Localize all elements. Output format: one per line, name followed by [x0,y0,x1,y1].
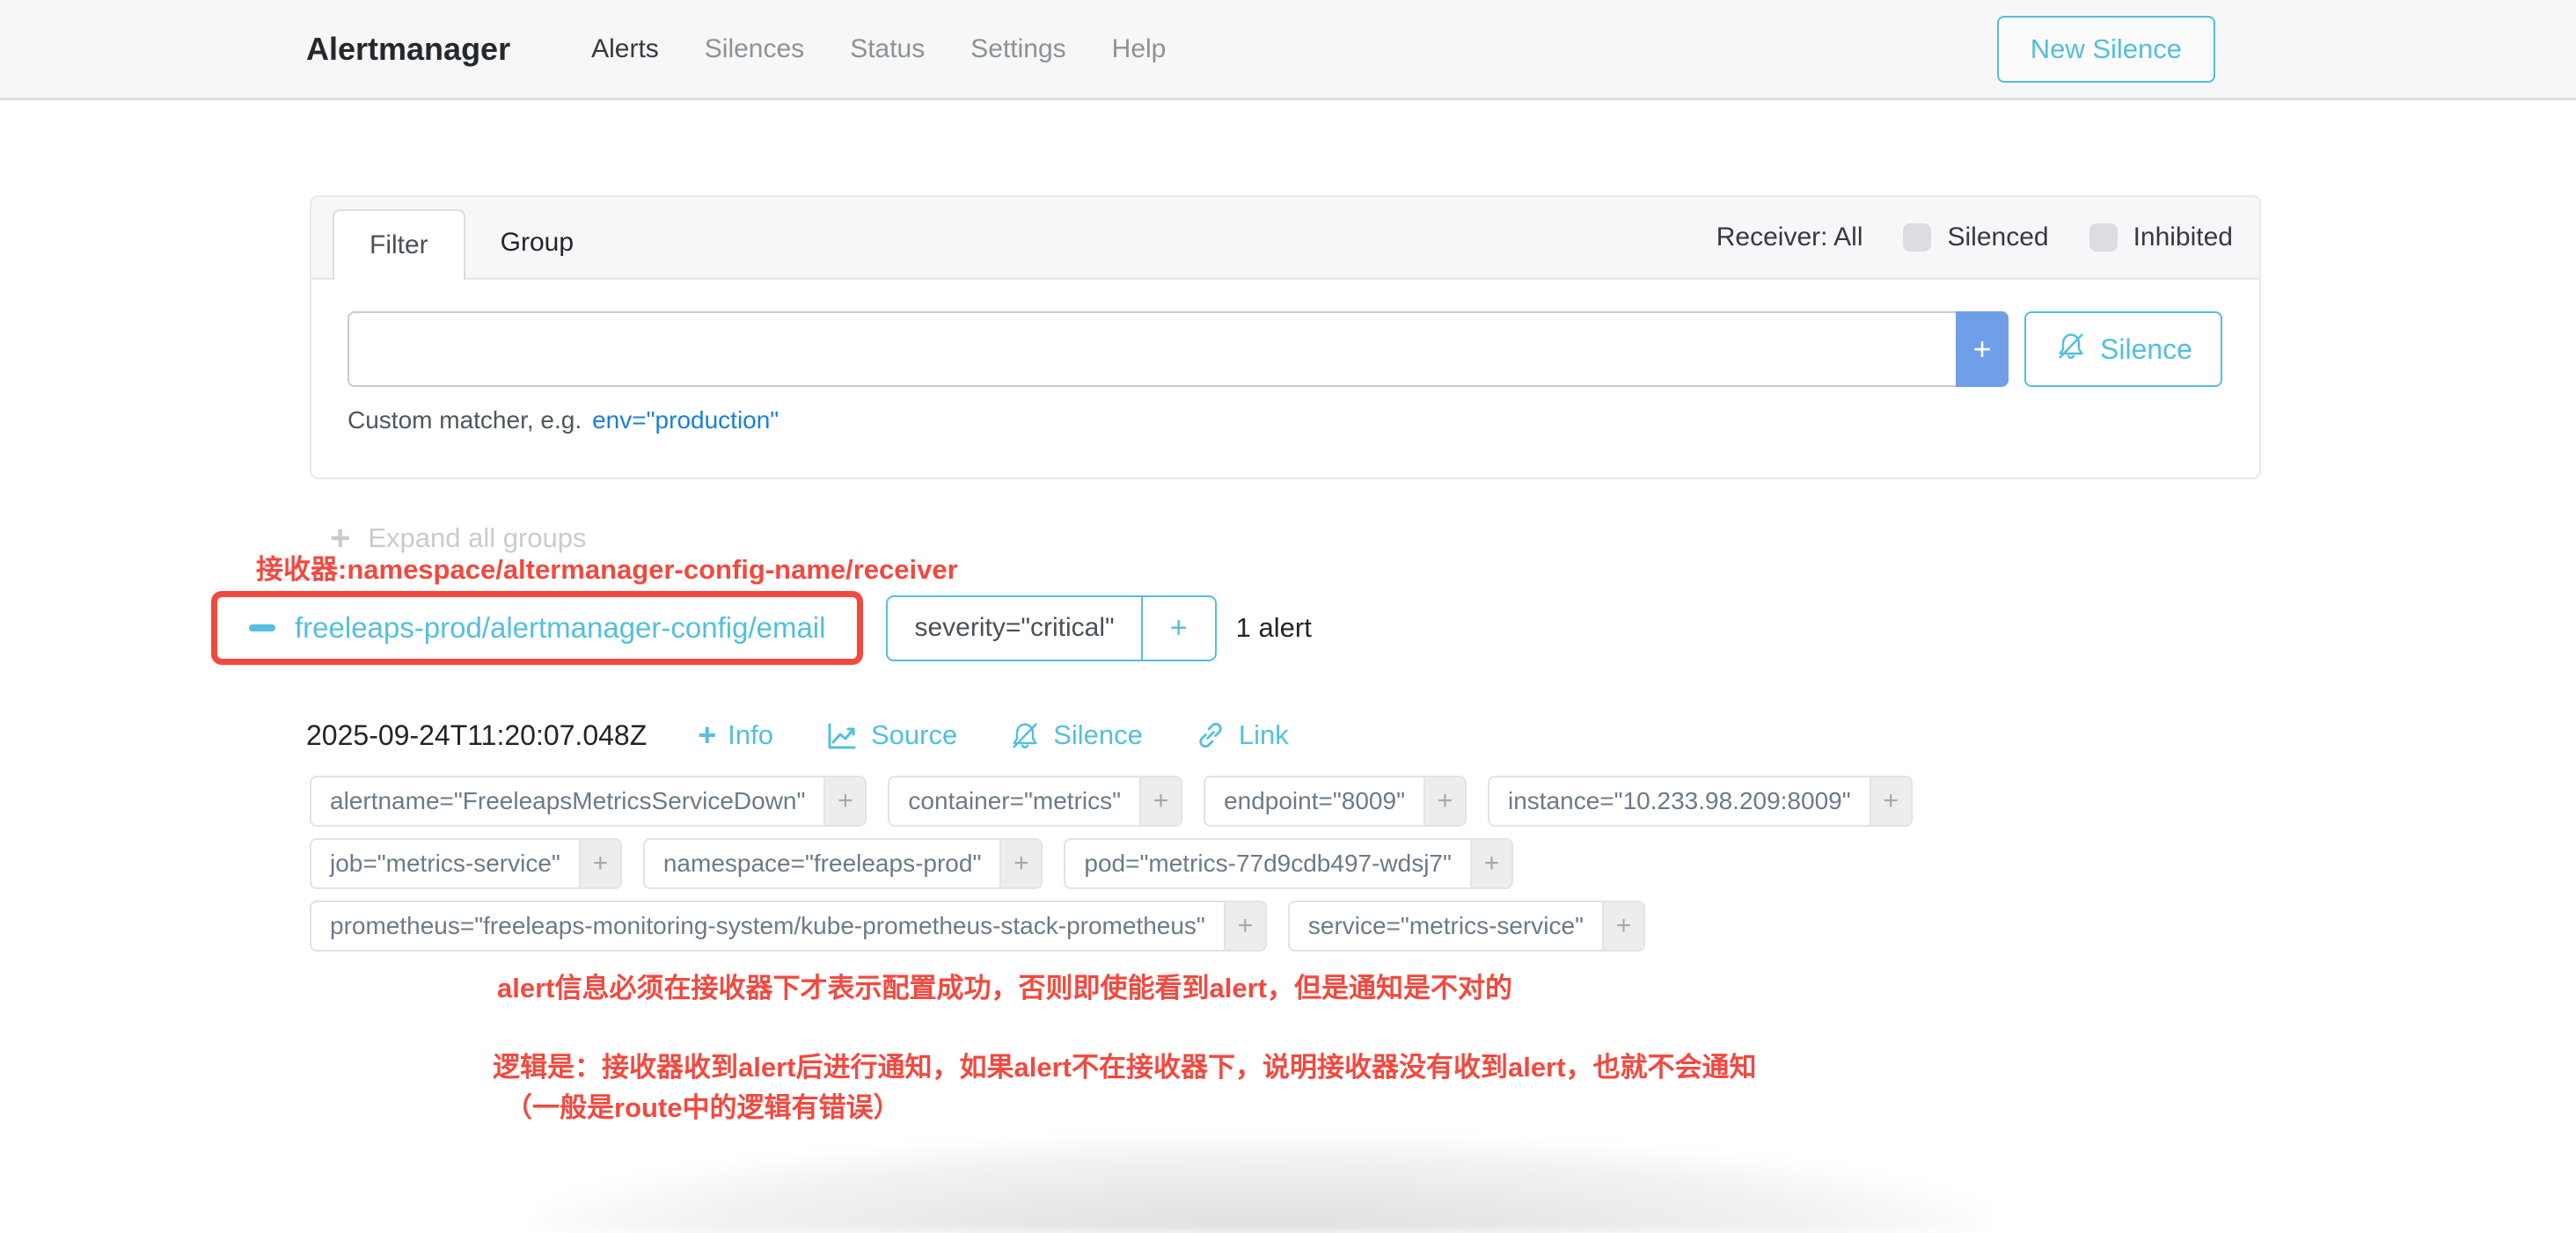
group-matcher-add-button[interactable]: + [1141,597,1215,660]
nav-item-alerts[interactable]: Alerts [591,34,659,64]
silence-button-label: Silence [2100,333,2192,366]
matcher-example-link[interactable]: env="production" [592,406,779,434]
inhibited-checkbox-wrap[interactable]: Inhibited [2089,223,2233,252]
alert-action-link[interactable]: Link [1194,719,1289,752]
tab-filter[interactable]: Filter [333,209,465,280]
alert-labels: alertname="FreeleapsMetricsServiceDown" … [310,776,2052,963]
label-add-button[interactable]: + [1602,902,1643,950]
label-text: container="metrics" [889,777,1139,825]
minus-icon [249,624,275,631]
label-pill-endpoint[interactable]: endpoint="8009" + [1204,776,1467,827]
label-add-button[interactable]: + [1423,777,1465,825]
alert-action-source[interactable]: Source [824,718,957,753]
bell-slash-icon [1008,719,1042,752]
nav-item-silences[interactable]: Silences [705,34,804,64]
alert-action-info-label: Info [728,719,773,751]
group-matcher-pill: severity="critical" + [886,595,1216,661]
link-icon [1194,719,1227,752]
label-add-button[interactable]: + [1224,902,1265,950]
filter-card-body: + Silence Custom matcher, e.g. env="prod… [311,280,2259,434]
nav-item-status[interactable]: Status [850,34,925,64]
label-pill-instance[interactable]: instance="10.233.98.209:8009" + [1488,776,1913,827]
tab-group[interactable]: Group [465,208,609,278]
silenced-checkbox-label: Silenced [1947,223,2048,252]
alert-action-source-label: Source [871,719,957,751]
label-add-button[interactable]: + [1470,840,1511,887]
label-text: prometheus="freeleaps-monitoring-system/… [311,902,1224,950]
label-pill-alertname[interactable]: alertname="FreeleapsMetricsServiceDown" … [310,776,867,827]
label-row: job="metrics-service" + namespace="freel… [310,838,2052,889]
inhibited-checkbox[interactable] [2089,223,2118,252]
receiver-group-name: freeleaps-prod/alertmanager-config/email [295,611,825,645]
label-add-button[interactable]: + [1139,777,1181,825]
label-pill-pod[interactable]: pod="metrics-77d9cdb497-wdsj7" + [1064,838,1513,889]
alert-action-silence-label: Silence [1053,719,1143,751]
inhibited-checkbox-label: Inhibited [2133,223,2233,252]
receiver-group-row: freeleaps-prod/alertmanager-config/email… [211,591,1312,665]
label-text: endpoint="8009" [1205,777,1423,825]
label-text: service="metrics-service" [1290,902,1602,950]
filter-card: Filter Group Receiver: All Silenced Inhi… [310,195,2261,479]
add-matcher-button[interactable]: + [1956,311,2009,387]
label-text: job="metrics-service" [311,840,579,887]
label-text: pod="metrics-77d9cdb497-wdsj7" [1065,840,1470,887]
annotation-alert-note: alert信息必须在接收器下才表示配置成功，否则即使能看到alert，但是通知是… [497,966,1512,1005]
app-brand[interactable]: Alertmanager [306,31,510,68]
silence-from-filter-button[interactable]: Silence [2024,311,2222,387]
filter-card-header: Filter Group Receiver: All Silenced Inhi… [311,197,2259,280]
receiver-filter-dropdown[interactable]: Receiver: All [1716,223,1863,252]
nav-item-help[interactable]: Help [1112,34,1167,64]
label-add-button[interactable]: + [579,840,620,887]
custom-matcher-hint: Custom matcher, e.g. [348,406,582,434]
label-add-button[interactable]: + [823,777,865,825]
alert-action-link-label: Link [1239,719,1289,751]
label-row: prometheus="freeleaps-monitoring-system/… [310,901,2052,952]
matcher-input-group: + [348,311,2009,387]
label-pill-container[interactable]: container="metrics" + [888,776,1182,827]
label-text: instance="10.233.98.209:8009" [1489,777,1870,825]
annotation-logic-note-line2: （一般是route中的逻辑有错误） [505,1085,901,1125]
nav-item-settings[interactable]: Settings [970,34,1065,64]
bell-slash-icon [2054,329,2088,369]
chart-icon [824,718,860,753]
label-text: alertname="FreeleapsMetricsServiceDown" [311,777,823,825]
alert-timestamp: 2025-09-24T11:20:07.048Z [306,719,647,752]
label-pill-job[interactable]: job="metrics-service" + [310,838,622,889]
navbar: Alertmanager Alerts Silences Status Sett… [0,0,2576,100]
group-matcher-label[interactable]: severity="critical" [888,597,1140,660]
silenced-checkbox-wrap[interactable]: Silenced [1903,223,2048,252]
label-add-button[interactable]: + [999,840,1041,887]
label-text: namespace="freeleaps-prod" [645,840,1000,887]
matcher-input[interactable] [348,311,1956,387]
alert-action-info[interactable]: + Info [698,719,773,751]
label-pill-prometheus[interactable]: prometheus="freeleaps-monitoring-system/… [310,901,1267,952]
annotation-logic-note-line1: 逻辑是：接收器收到alert后进行通知，如果alert不在接收器下，说明接收器没… [493,1045,1756,1084]
filter-header-controls: Receiver: All Silenced Inhibited [1716,197,2233,278]
label-pill-service[interactable]: service="metrics-service" + [1288,901,1645,952]
receiver-group-toggle[interactable]: freeleaps-prod/alertmanager-config/email [217,611,857,645]
alert-count: 1 alert [1236,612,1312,644]
new-silence-button[interactable]: New Silence [1997,16,2215,83]
label-add-button[interactable]: + [1870,777,1911,825]
plus-icon: + [698,719,716,751]
annotation-receiver-note: 接收器:namespace/altermanager-config-name/r… [256,547,958,587]
screenshot-bottom-shadow [537,1136,1988,1233]
silenced-checkbox[interactable] [1903,223,1931,252]
label-pill-namespace[interactable]: namespace="freeleaps-prod" + [643,838,1043,889]
alert-action-silence[interactable]: Silence [1008,719,1143,752]
annotation-highlight-box: freeleaps-prod/alertmanager-config/email [211,591,863,665]
alert-meta-row: 2025-09-24T11:20:07.048Z + Info Source S… [306,711,1289,760]
label-row: alertname="FreeleapsMetricsServiceDown" … [310,776,2052,827]
nav-links: Alerts Silences Status Settings Help [591,34,1166,64]
